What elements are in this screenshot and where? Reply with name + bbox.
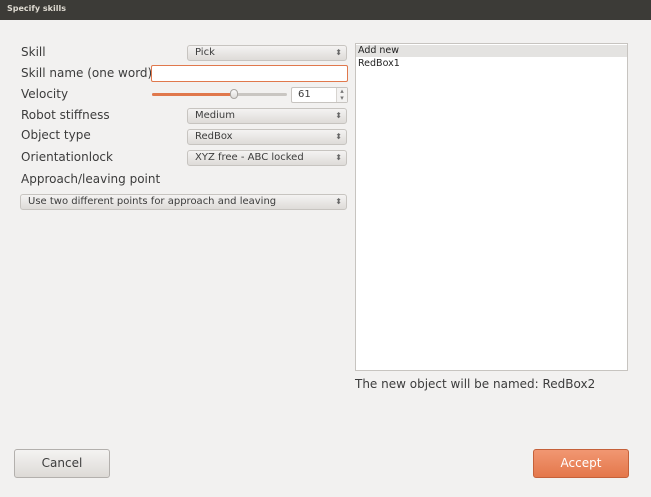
approach-combo-value: Use two different points for approach an…: [28, 196, 277, 207]
object-type-label: Object type: [21, 128, 91, 142]
spin-arrows-icon[interactable]: ▴ ▾: [336, 88, 347, 102]
approach-label: Approach/leaving point: [21, 172, 161, 186]
new-object-name-note: The new object will be named: RedBox2: [355, 377, 596, 391]
list-item-add-new[interactable]: Add new: [356, 45, 627, 57]
window-title: Specify skills: [7, 4, 66, 13]
orientation-lock-label: Orientationlock: [21, 150, 113, 164]
velocity-slider[interactable]: [152, 93, 287, 96]
object-list[interactable]: Add new RedBox1: [355, 43, 628, 371]
skill-label: Skill: [21, 45, 46, 59]
velocity-slider-fill: [152, 93, 235, 96]
skill-combo-value: Pick: [195, 47, 215, 58]
cancel-button[interactable]: Cancel: [14, 449, 110, 478]
accept-button[interactable]: Accept: [533, 449, 629, 478]
updown-arrows-icon: ⬍: [335, 132, 342, 141]
list-item-redbox1[interactable]: RedBox1: [356, 58, 627, 70]
stiffness-label: Robot stiffness: [21, 108, 110, 122]
velocity-slider-handle[interactable]: [230, 89, 239, 99]
velocity-label: Velocity: [21, 87, 69, 101]
stiffness-combo-value: Medium: [195, 110, 235, 121]
updown-arrows-icon: ⬍: [335, 111, 342, 120]
updown-arrows-icon: ⬍: [335, 197, 342, 206]
skill-name-label: Skill name (one word): [21, 66, 153, 80]
velocity-value: 61: [298, 89, 311, 100]
orientation-lock-combo[interactable]: XYZ free - ABC locked ⬍: [187, 150, 347, 166]
updown-arrows-icon: ⬍: [335, 153, 342, 162]
orientation-lock-combo-value: XYZ free - ABC locked: [195, 152, 304, 163]
skill-combo[interactable]: Pick ⬍: [187, 45, 347, 61]
title-bar: Specify skills: [0, 0, 651, 20]
object-type-combo-value: RedBox: [195, 131, 233, 142]
object-type-combo[interactable]: RedBox ⬍: [187, 129, 347, 145]
skill-name-input[interactable]: [151, 65, 348, 82]
approach-combo[interactable]: Use two different points for approach an…: [20, 194, 347, 210]
velocity-spinbox[interactable]: 61 ▴ ▾: [291, 87, 348, 103]
stiffness-combo[interactable]: Medium ⬍: [187, 108, 347, 124]
updown-arrows-icon: ⬍: [335, 48, 342, 57]
